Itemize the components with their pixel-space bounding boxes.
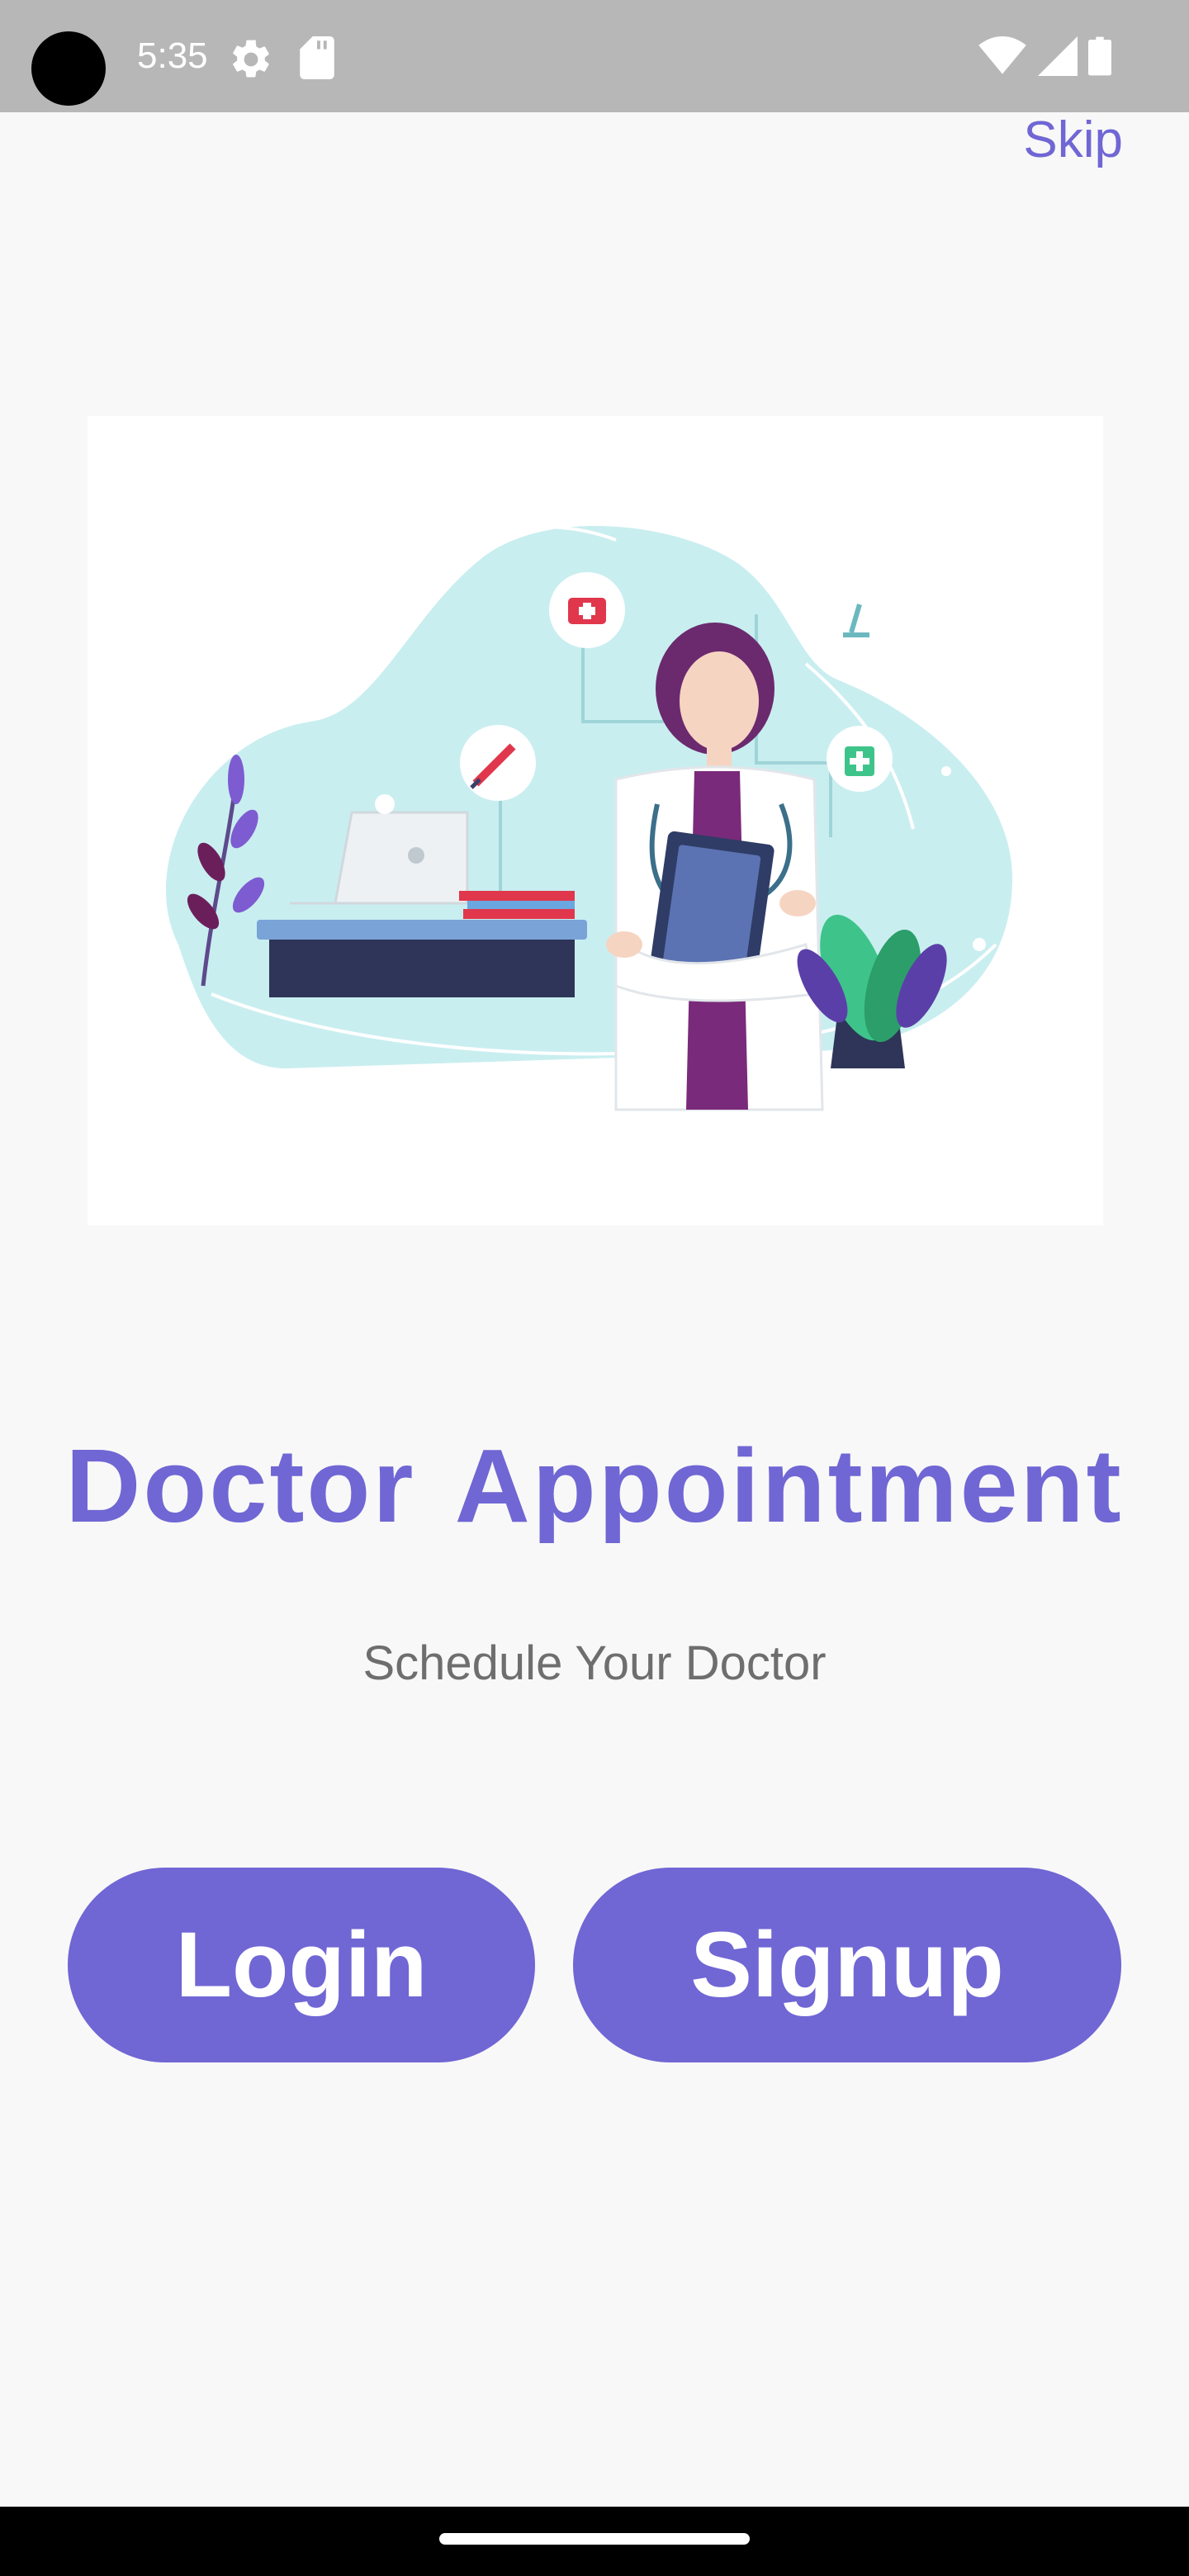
wifi-icon — [978, 36, 1026, 74]
login-button[interactable]: Login — [68, 1868, 535, 2062]
home-gesture-handle[interactable] — [439, 2533, 750, 2545]
cellular-signal-icon — [1038, 36, 1078, 76]
doctor-illustration-icon — [165, 525, 1012, 1111]
skip-link[interactable]: Skip — [1023, 107, 1123, 173]
page-subtitle: Schedule Your Doctor — [362, 1636, 827, 1690]
sd-card-icon — [300, 36, 334, 79]
status-time: 5:35 — [137, 36, 208, 76]
settings-gear-icon — [233, 40, 269, 78]
page-title: Doctor Appointment — [65, 1428, 1124, 1544]
camera-cutout — [31, 31, 106, 106]
battery-icon — [1088, 36, 1111, 76]
status-bar: 5:35 — [0, 0, 1189, 112]
signup-button[interactable]: Signup — [573, 1868, 1121, 2062]
doctor-illustration — [88, 416, 1103, 1225]
